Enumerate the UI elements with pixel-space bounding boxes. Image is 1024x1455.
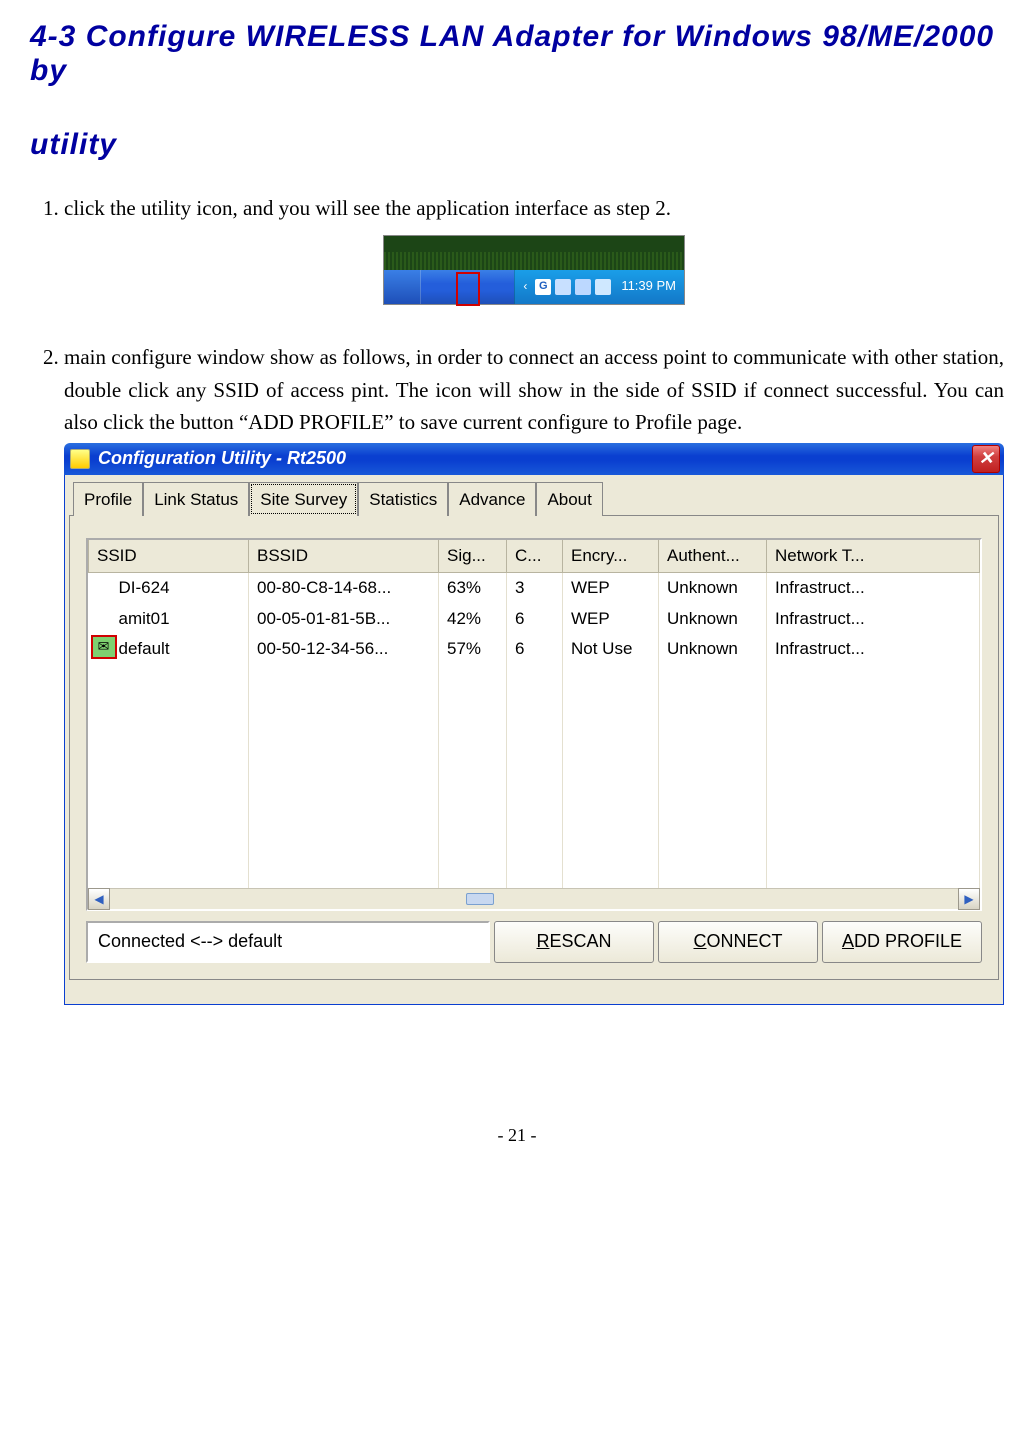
rescan-button[interactable]: RESCAN	[494, 921, 654, 963]
table-row	[89, 664, 980, 692]
tab-advance[interactable]: Advance	[448, 482, 536, 516]
scroll-left-button[interactable]: ◀	[88, 888, 110, 910]
col-ssid[interactable]: SSID	[89, 540, 249, 573]
col-channel[interactable]: C...	[507, 540, 563, 573]
tab-strip: Profile Link Status Site Survey Statisti…	[69, 481, 999, 515]
tab-link-status[interactable]: Link Status	[143, 482, 249, 516]
section-heading-line1: 4-3 Configure WIRELESS LAN Adapter for W…	[30, 20, 1004, 88]
table-row	[89, 776, 980, 804]
col-network-type[interactable]: Network T...	[767, 540, 980, 573]
utility-icon-highlight	[456, 272, 480, 306]
close-icon: ✕	[978, 445, 993, 473]
utility-tray-icon[interactable]: G	[535, 279, 551, 295]
col-signal[interactable]: Sig...	[439, 540, 507, 573]
col-authentication[interactable]: Authent...	[659, 540, 767, 573]
col-encryption[interactable]: Encry...	[563, 540, 659, 573]
scroll-thumb[interactable]	[466, 893, 494, 905]
add-profile-button[interactable]: ADD PROFILE	[822, 921, 982, 963]
connected-icon: ✉	[91, 635, 117, 659]
table-row	[89, 804, 980, 832]
taskbar-clock: 11:39 PM	[621, 276, 676, 296]
connect-button[interactable]: CONNECT	[658, 921, 818, 963]
section-heading-line2: utility	[30, 128, 1004, 162]
table-row	[89, 860, 980, 888]
col-bssid[interactable]: BSSID	[249, 540, 439, 573]
step-2-text: main configure window show as follows, i…	[64, 345, 1004, 434]
step-1: click the utility icon, and you will see…	[64, 192, 1004, 313]
table-row	[89, 692, 980, 720]
table-row[interactable]: amit0100-05-01-81-5B...42%6WEPUnknownInf…	[89, 604, 980, 634]
tab-statistics[interactable]: Statistics	[358, 482, 448, 516]
systray-screenshot: ‹ G 11:39 PM	[383, 235, 685, 305]
step-2: main configure window show as follows, i…	[64, 341, 1004, 1005]
step-1-text: click the utility icon, and you will see…	[64, 196, 671, 220]
table-row[interactable]: ✉default00-50-12-34-56...57%6Not UseUnkn…	[89, 634, 980, 664]
page-number: - 21 -	[30, 1125, 1004, 1146]
config-utility-window: Configuration Utility - Rt2500 ✕ Profile…	[64, 443, 1004, 1006]
tray-expand-icon[interactable]: ‹	[523, 277, 527, 296]
tab-about[interactable]: About	[536, 482, 602, 516]
table-row[interactable]: DI-62400-80-C8-14-68...63%3WEPUnknownInf…	[89, 573, 980, 604]
connection-status: Connected <--> default	[86, 921, 490, 963]
system-tray-icon[interactable]	[575, 279, 591, 295]
app-icon	[70, 449, 90, 469]
tab-profile[interactable]: Profile	[73, 482, 143, 516]
window-title: Configuration Utility - Rt2500	[98, 445, 346, 473]
scroll-right-button[interactable]: ▶	[958, 888, 980, 910]
close-button[interactable]: ✕	[972, 445, 1000, 473]
table-row	[89, 720, 980, 748]
horizontal-scrollbar[interactable]: ◀ ▶	[88, 888, 980, 909]
network-tray-icon[interactable]	[555, 279, 571, 295]
table-row	[89, 832, 980, 860]
table-row	[89, 748, 980, 776]
tab-site-survey[interactable]: Site Survey	[249, 482, 358, 516]
volume-tray-icon[interactable]	[595, 279, 611, 295]
site-survey-table: SSID BSSID Sig... C... Encry... Authent.…	[88, 540, 980, 888]
